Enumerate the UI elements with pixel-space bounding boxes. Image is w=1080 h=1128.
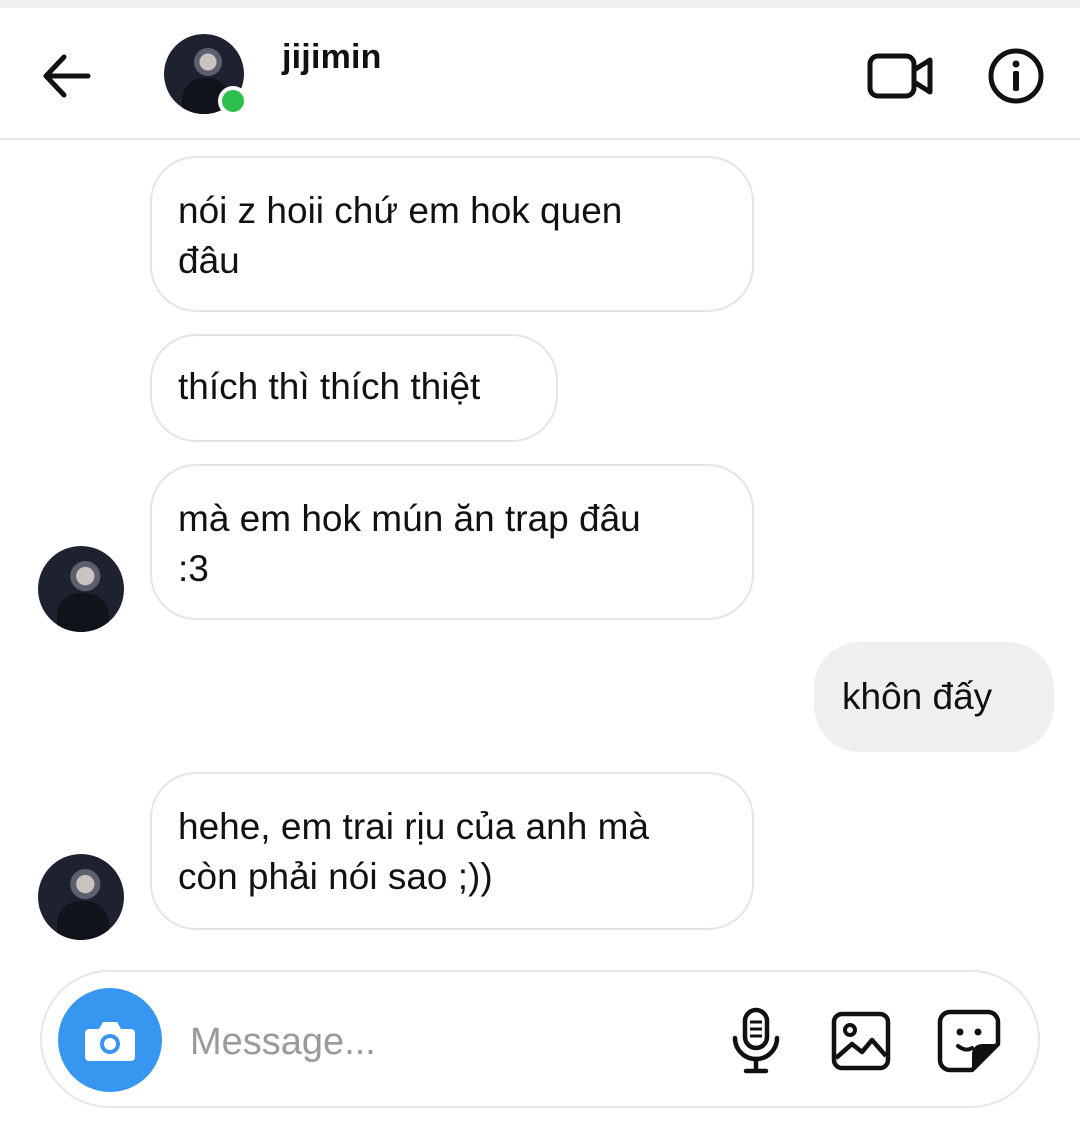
message-text: khôn đấy	[842, 676, 993, 717]
online-status-dot	[218, 86, 248, 116]
message-bubble-outgoing[interactable]: khôn đấy	[814, 642, 1054, 752]
message-text: thích thì thích thiệt	[178, 366, 481, 407]
info-button[interactable]	[986, 46, 1046, 106]
back-button[interactable]	[36, 48, 96, 104]
sticker-button[interactable]	[936, 1008, 1002, 1074]
avatar	[38, 854, 124, 940]
message-composer	[40, 970, 1040, 1108]
camera-button[interactable]	[58, 988, 162, 1092]
message-bubble-incoming[interactable]: nói z hoii chứ em hok quen đâu	[150, 156, 754, 312]
status-strip	[0, 0, 1080, 8]
message-text: hehe, em trai rịu của anh mà còn phải nó…	[178, 806, 649, 897]
video-call-icon	[867, 53, 933, 99]
thread-header: jijimin	[0, 8, 1080, 140]
message-bubble-incoming[interactable]: hehe, em trai rịu của anh mà còn phải nó…	[150, 772, 754, 930]
header-avatar[interactable]	[164, 34, 248, 116]
microphone-icon	[732, 1007, 780, 1074]
image-gallery-icon	[831, 1011, 891, 1071]
back-arrow-icon	[43, 54, 91, 98]
sticker-icon	[937, 1009, 1001, 1073]
camera-icon	[85, 1022, 135, 1061]
sender-avatar[interactable]	[38, 546, 124, 632]
message-bubble-incoming[interactable]: mà em hok mún ăn trap đâu :3	[150, 464, 754, 620]
message-input[interactable]	[190, 1012, 710, 1072]
gallery-button[interactable]	[830, 1010, 892, 1072]
message-bubble-incoming[interactable]: thích thì thích thiệt	[150, 334, 558, 442]
sender-avatar[interactable]	[38, 854, 124, 940]
thread-username[interactable]: jijimin	[282, 38, 382, 77]
avatar	[38, 546, 124, 632]
info-icon	[988, 48, 1044, 104]
voice-message-button[interactable]	[726, 1006, 786, 1076]
message-text: mà em hok mún ăn trap đâu :3	[178, 498, 641, 589]
video-call-button[interactable]	[866, 46, 936, 106]
message-text: nói z hoii chứ em hok quen đâu	[178, 190, 623, 281]
dm-thread-screen: jijimin nói z hoii chứ em hok quen đâu t…	[0, 0, 1080, 1128]
message-list: nói z hoii chứ em hok quen đâu thích thì…	[0, 140, 1080, 968]
